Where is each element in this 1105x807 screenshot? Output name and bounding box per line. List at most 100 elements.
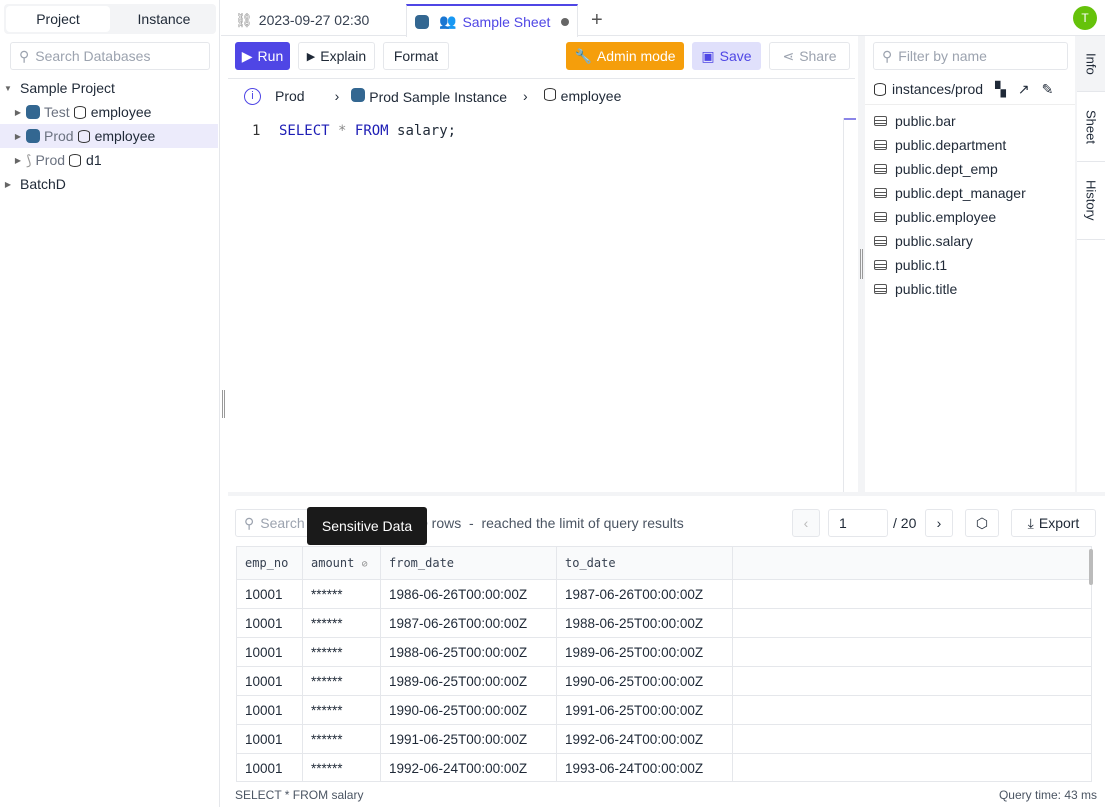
schema-table-item[interactable]: public.salary — [874, 229, 973, 253]
table-cell[interactable]: 10001 — [237, 724, 303, 754]
editor-scrollbar[interactable] — [843, 118, 856, 492]
tab-project[interactable]: Project — [6, 6, 110, 32]
table-row: 10001 ****** 1989-06-25T00:00:00Z 1990-06-2… — [237, 666, 1091, 696]
table-scrollbar[interactable] — [1089, 549, 1093, 585]
table-cell[interactable]: 10001 — [237, 637, 303, 667]
results-divider[interactable] — [228, 492, 1105, 496]
edit-icon[interactable]: ✎ — [1042, 81, 1054, 98]
explain-button[interactable]: ▶ Explain — [298, 42, 375, 70]
schema-table-item[interactable]: public.t1 — [874, 253, 947, 277]
page-input[interactable]: 1 — [828, 509, 888, 537]
schema-table-item[interactable]: public.dept_emp — [874, 157, 998, 181]
next-page-button[interactable]: › — [925, 509, 953, 537]
table-cell[interactable]: ****** — [302, 666, 381, 696]
table-cell[interactable]: 1992-06-24T00:00:00Z — [556, 724, 733, 754]
table-cell[interactable]: 1987-06-26T00:00:00Z — [556, 579, 733, 609]
schema-table-item[interactable]: public.title — [874, 277, 957, 301]
tree-db-test-employee[interactable]: ▶ Test employee — [0, 100, 218, 124]
side-tab-history[interactable]: History — [1077, 162, 1105, 240]
table-cell[interactable]: 10001 — [237, 608, 303, 638]
visualize-button[interactable]: ⬡ — [965, 509, 999, 537]
divider — [228, 78, 855, 79]
table-cell[interactable]: 1989-06-25T00:00:00Z — [556, 637, 733, 667]
table-icon — [874, 188, 887, 198]
table-cell[interactable]: ****** — [302, 695, 381, 725]
table-cell[interactable]: ****** — [302, 579, 381, 609]
unsaved-dot-icon[interactable] — [561, 17, 569, 26]
table-cell[interactable]: 1988-06-25T00:00:00Z — [556, 608, 733, 638]
database-icon — [874, 82, 886, 96]
tree-db-prod-employee[interactable]: ▶ Prod employee — [0, 124, 218, 148]
avatar[interactable]: T — [1073, 6, 1097, 30]
table-cell[interactable]: 10001 — [237, 695, 303, 725]
search-databases-input[interactable]: ⚲ Search Databases — [10, 42, 210, 70]
sql-editor[interactable]: 1 SELECT * FROM salary; — [228, 118, 843, 492]
schema-table-item[interactable]: public.employee — [874, 205, 996, 229]
column-header-empty — [732, 547, 1091, 580]
tab-sheet-date[interactable]: ⛓ 2023-09-27 02:30 — [227, 4, 377, 36]
external-link-icon[interactable]: ↗ — [1018, 81, 1030, 98]
table-cell-empty — [732, 608, 1091, 638]
format-button[interactable]: Format — [383, 42, 449, 70]
table-cell[interactable]: 10001 — [237, 579, 303, 609]
unlink-icon: ⛓ — [235, 11, 253, 28]
schema-table-item[interactable]: public.department — [874, 133, 1006, 157]
table-cell[interactable]: ****** — [302, 753, 381, 781]
export-button[interactable]: ⤓ Export — [1011, 509, 1096, 537]
table-cell[interactable]: 1987-06-26T00:00:00Z — [380, 608, 557, 638]
admin-mode-button[interactable]: 🔧 Admin mode — [566, 42, 684, 70]
filter-tables-input[interactable]: ⚲ Filter by name — [873, 42, 1068, 70]
save-button[interactable]: ▣ Save — [692, 42, 761, 70]
tree-batchd[interactable]: ▶ BatchD — [0, 172, 218, 196]
caret-down-icon: ▼ — [4, 83, 12, 93]
table-cell[interactable]: 10001 — [237, 753, 303, 781]
table-row: 10001 ****** 1992-06-24T00:00:00Z 1993-06-2… — [237, 753, 1091, 781]
panel-resize-handle[interactable] — [860, 249, 863, 279]
table-icon — [874, 236, 887, 246]
share-button[interactable]: ⋖ Share — [769, 42, 850, 70]
search-icon: ⚲ — [244, 514, 255, 531]
table-cell[interactable]: 1991-06-25T00:00:00Z — [380, 724, 557, 754]
tree-project[interactable]: ▼ Sample Project — [0, 76, 218, 100]
database-icon — [77, 129, 90, 143]
table-cell[interactable]: 1990-06-25T00:00:00Z — [380, 695, 557, 725]
column-header[interactable]: to_date — [556, 547, 733, 580]
info-icon[interactable]: i — [244, 87, 261, 105]
schema-table-item[interactable]: public.dept_manager — [874, 181, 1026, 205]
add-tab-button[interactable]: + — [583, 4, 611, 36]
table-cell[interactable]: ****** — [302, 608, 381, 638]
run-button[interactable]: ▶ Run — [235, 42, 290, 70]
tab-instance[interactable]: Instance — [112, 4, 216, 34]
table-cell[interactable]: 1990-06-25T00:00:00Z — [556, 666, 733, 696]
sidebar-resize-handle[interactable] — [222, 390, 225, 418]
tree-db-prod-d1[interactable]: ▶ ⟆ Prod d1 — [0, 148, 218, 172]
table-cell[interactable]: ****** — [302, 637, 381, 667]
share-icon: ⋖ — [782, 47, 795, 64]
schema-diagram-icon[interactable]: ▚ — [995, 81, 1006, 98]
database-icon — [73, 105, 86, 119]
column-header[interactable]: emp_no — [237, 547, 303, 580]
sheet-tabs: ⛓ 2023-09-27 02:30 👥 Sample Sheet + T — [221, 0, 1105, 37]
editor-line: SELECT * FROM salary; — [279, 123, 457, 139]
table-cell[interactable]: 10001 — [237, 666, 303, 696]
table-cell[interactable]: 1986-06-26T00:00:00Z — [380, 579, 557, 609]
side-tab-sheet[interactable]: Sheet — [1077, 92, 1105, 162]
database-icon — [69, 153, 82, 167]
table-row: 10001 ****** 1988-06-25T00:00:00Z 1989-06-2… — [237, 637, 1091, 667]
table-cell[interactable]: ****** — [302, 724, 381, 754]
table-cell[interactable]: 1991-06-25T00:00:00Z — [556, 695, 733, 725]
table-cell[interactable]: 1989-06-25T00:00:00Z — [380, 666, 557, 696]
column-header[interactable]: from_date — [380, 547, 557, 580]
table-cell[interactable]: 1993-06-24T00:00:00Z — [556, 753, 733, 781]
schema-table-item[interactable]: public.bar — [874, 109, 956, 133]
table-cell[interactable]: 1992-06-24T00:00:00Z — [380, 753, 557, 781]
table-icon — [874, 260, 887, 270]
column-header[interactable]: amount ⊘ — [302, 547, 381, 580]
side-tab-info[interactable]: Info — [1077, 36, 1105, 92]
tab-sample-sheet[interactable]: 👥 Sample Sheet — [406, 4, 578, 37]
table-row: 10001 ****** 1991-06-25T00:00:00Z 1992-06-2… — [237, 724, 1091, 754]
table-cell[interactable]: 1988-06-25T00:00:00Z — [380, 637, 557, 667]
table-icon — [874, 212, 887, 222]
prev-page-button[interactable]: ‹ — [792, 509, 820, 537]
sidebar-tabs: Project Instance — [4, 4, 216, 34]
